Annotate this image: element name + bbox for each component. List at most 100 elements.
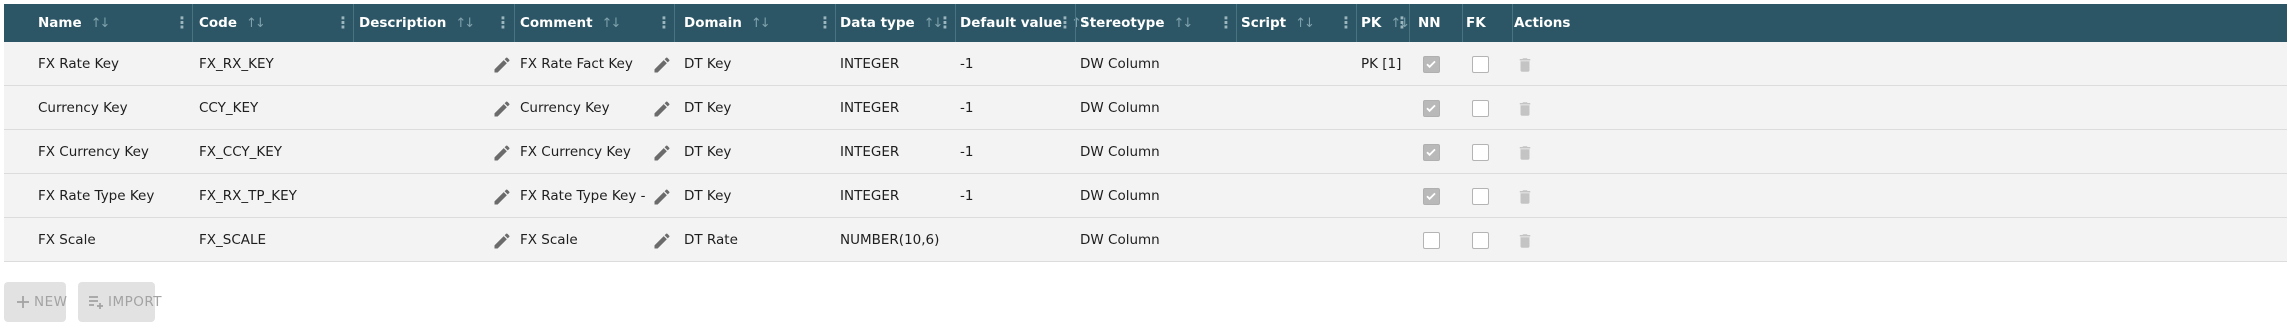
cell-comment[interactable]: FX Rate Type Key - Regulatc	[520, 174, 645, 218]
cell-pk[interactable]	[1361, 130, 1403, 174]
fk-checkbox[interactable]	[1472, 56, 1489, 73]
cell-description[interactable]	[359, 42, 479, 86]
sort-arrows-icon[interactable]: ↑↓	[602, 16, 622, 31]
sort-arrows-icon[interactable]: ↑↓	[91, 16, 111, 31]
column-menu-icon[interactable]: ⋮	[937, 4, 953, 42]
table-row[interactable]: FX Scale FX_SCALE FX Scale DT Rate NUMBER(10…	[4, 218, 2287, 262]
column-menu-icon[interactable]: ⋮	[495, 4, 511, 42]
new-button[interactable]: NEW	[4, 282, 67, 322]
cell-default-value[interactable]: -1	[960, 86, 1069, 130]
column-header-code[interactable]: Code ↑↓	[199, 4, 266, 42]
sort-arrows-icon[interactable]: ↑↓	[246, 16, 266, 31]
cell-code[interactable]: FX_CCY_KEY	[199, 130, 347, 174]
column-header-stereotype[interactable]: Stereotype ↑↓	[1080, 4, 1194, 42]
edit-description-pencil-icon[interactable]	[492, 231, 512, 251]
column-menu-icon[interactable]: ⋮	[1057, 4, 1073, 42]
column-menu-icon[interactable]: ⋮	[1218, 4, 1234, 42]
trash-icon[interactable]	[1516, 187, 1534, 207]
cell-domain[interactable]: DT Key	[684, 130, 829, 174]
column-header-name[interactable]: Name ↑↓	[38, 4, 111, 42]
nn-checkbox[interactable]	[1423, 100, 1440, 117]
edit-description-pencil-icon[interactable]	[492, 143, 512, 163]
column-header-nn[interactable]: NN	[1418, 4, 1441, 42]
cell-script[interactable]	[1241, 174, 1350, 218]
cell-code[interactable]: CCY_KEY	[199, 86, 347, 130]
trash-icon[interactable]	[1516, 231, 1534, 251]
column-menu-icon[interactable]: ⋮	[174, 4, 190, 42]
cell-script[interactable]	[1241, 42, 1350, 86]
cell-code[interactable]: FX_RX_KEY	[199, 42, 347, 86]
edit-description-pencil-icon[interactable]	[492, 187, 512, 207]
fk-checkbox[interactable]	[1472, 232, 1489, 249]
column-header-actions[interactable]: Actions	[1514, 4, 1570, 42]
column-menu-icon[interactable]: ⋮	[656, 4, 672, 42]
cell-code[interactable]: FX_SCALE	[199, 218, 347, 262]
cell-default-value[interactable]: -1	[960, 174, 1069, 218]
cell-data-type[interactable]: INTEGER	[840, 42, 949, 86]
cell-comment[interactable]: FX Rate Fact Key	[520, 42, 645, 86]
cell-stereotype[interactable]: DW Column	[1080, 86, 1230, 130]
table-row[interactable]: FX Rate Type Key FX_RX_TP_KEY FX Rate Type…	[4, 174, 2287, 218]
cell-stereotype[interactable]: DW Column	[1080, 42, 1230, 86]
fk-checkbox[interactable]	[1472, 188, 1489, 205]
edit-comment-pencil-icon[interactable]	[652, 143, 672, 163]
edit-comment-pencil-icon[interactable]	[652, 55, 672, 75]
column-header-script[interactable]: Script ↑↓	[1241, 4, 1315, 42]
cell-data-type[interactable]: NUMBER(10,6)	[840, 218, 949, 262]
cell-name[interactable]: FX Currency Key	[38, 130, 186, 174]
table-row[interactable]: FX Rate Key FX_RX_KEY FX Rate Fact Key DT K…	[4, 42, 2287, 86]
edit-description-pencil-icon[interactable]	[492, 99, 512, 119]
column-header-domain[interactable]: Domain ↑↓	[684, 4, 771, 42]
trash-icon[interactable]	[1516, 143, 1534, 163]
cell-pk[interactable]	[1361, 86, 1403, 130]
edit-description-pencil-icon[interactable]	[492, 55, 512, 75]
cell-description[interactable]	[359, 130, 479, 174]
cell-name[interactable]: FX Scale	[38, 218, 186, 262]
cell-comment[interactable]: FX Currency Key	[520, 130, 645, 174]
cell-domain[interactable]: DT Key	[684, 86, 829, 130]
column-menu-icon[interactable]: ⋮	[817, 4, 833, 42]
cell-description[interactable]	[359, 218, 479, 262]
cell-comment[interactable]: FX Scale	[520, 218, 645, 262]
cell-default-value[interactable]: -1	[960, 42, 1069, 86]
cell-script[interactable]	[1241, 218, 1350, 262]
import-button[interactable]: IMPORT	[78, 282, 162, 322]
cell-domain[interactable]: DT Key	[684, 174, 829, 218]
fk-checkbox[interactable]	[1472, 144, 1489, 161]
edit-comment-pencil-icon[interactable]	[652, 99, 672, 119]
column-menu-icon[interactable]: ⋮	[335, 4, 351, 42]
nn-checkbox[interactable]	[1423, 188, 1440, 205]
cell-code[interactable]: FX_RX_TP_KEY	[199, 174, 347, 218]
trash-icon[interactable]	[1516, 55, 1534, 75]
edit-comment-pencil-icon[interactable]	[652, 187, 672, 207]
cell-description[interactable]	[359, 86, 479, 130]
cell-data-type[interactable]: INTEGER	[840, 86, 949, 130]
cell-script[interactable]	[1241, 130, 1350, 174]
nn-checkbox[interactable]	[1423, 144, 1440, 161]
fk-checkbox[interactable]	[1472, 100, 1489, 117]
cell-name[interactable]: FX Rate Type Key	[38, 174, 186, 218]
column-header-fk[interactable]: FK	[1466, 4, 1486, 42]
cell-data-type[interactable]: INTEGER	[840, 174, 949, 218]
cell-pk[interactable]	[1361, 174, 1403, 218]
cell-stereotype[interactable]: DW Column	[1080, 130, 1230, 174]
column-header-comment[interactable]: Comment ↑↓	[520, 4, 622, 42]
column-header-data-type[interactable]: Data type ↑↓	[840, 4, 943, 42]
cell-comment[interactable]: Currency Key	[520, 86, 645, 130]
cell-script[interactable]	[1241, 86, 1350, 130]
cell-stereotype[interactable]: DW Column	[1080, 218, 1230, 262]
nn-checkbox[interactable]	[1423, 56, 1440, 73]
table-row[interactable]: FX Currency Key FX_CCY_KEY FX Currency Key…	[4, 130, 2287, 174]
cell-data-type[interactable]: INTEGER	[840, 130, 949, 174]
nn-checkbox[interactable]	[1423, 232, 1440, 249]
cell-name[interactable]: Currency Key	[38, 86, 186, 130]
cell-default-value[interactable]: -1	[960, 130, 1069, 174]
edit-comment-pencil-icon[interactable]	[652, 231, 672, 251]
trash-icon[interactable]	[1516, 99, 1534, 119]
cell-description[interactable]	[359, 174, 479, 218]
column-header-description[interactable]: Description ↑↓	[359, 4, 475, 42]
cell-pk[interactable]: PK [1]	[1361, 42, 1403, 86]
cell-pk[interactable]	[1361, 218, 1403, 262]
sort-arrows-icon[interactable]: ↑↓	[1174, 16, 1194, 31]
table-row[interactable]: Currency Key CCY_KEY Currency Key DT Key INT…	[4, 86, 2287, 130]
